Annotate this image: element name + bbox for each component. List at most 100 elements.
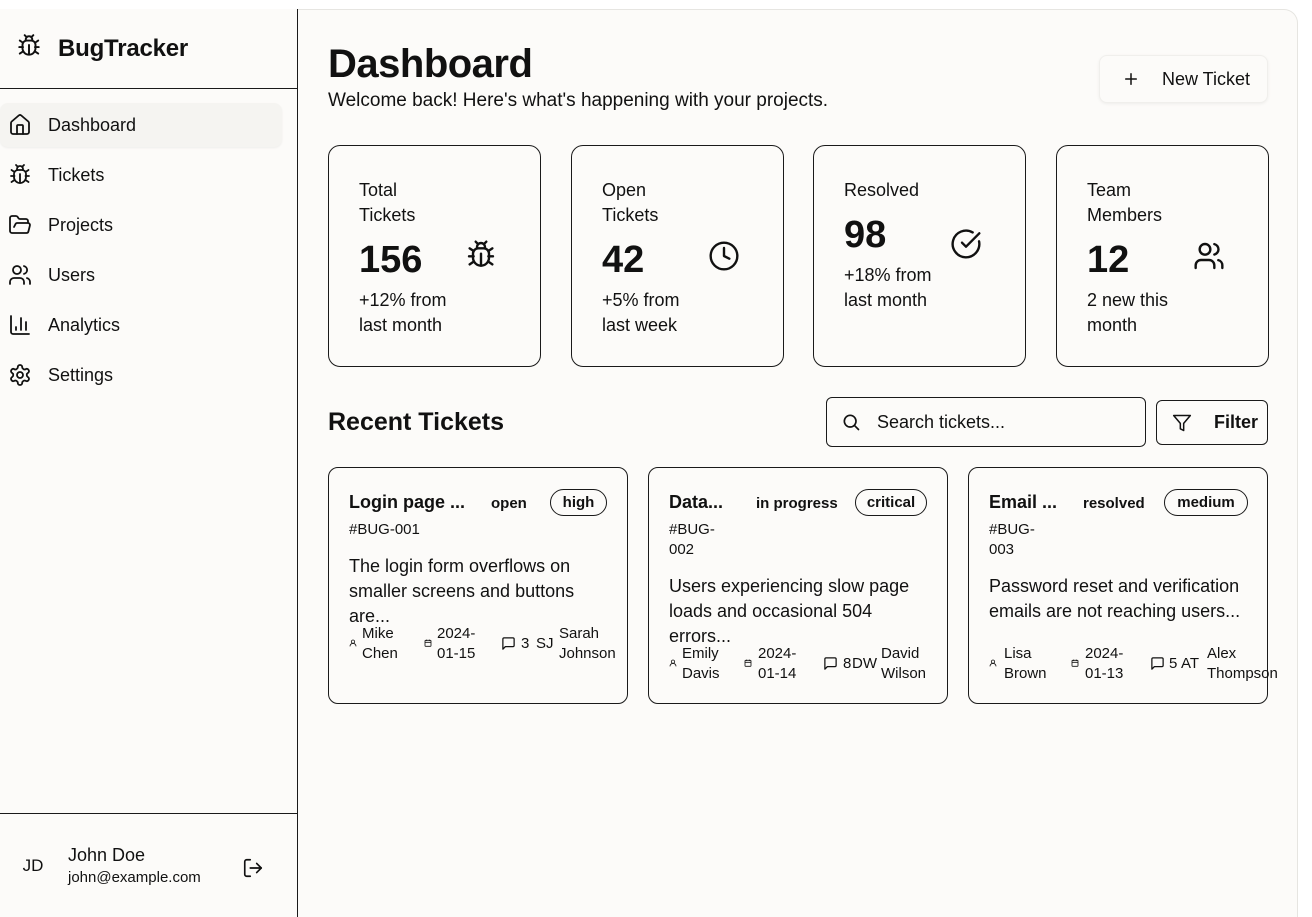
comment-icon xyxy=(824,657,837,670)
ticket-title: Data... xyxy=(669,492,724,512)
sidebar-item-label: Users xyxy=(48,264,96,285)
ticket-reporter: Lisa Brown xyxy=(1004,645,1047,682)
assignee-initials: SJ xyxy=(536,635,554,652)
app-name: BugTracker xyxy=(58,34,189,62)
plus-icon xyxy=(1125,73,1137,85)
user-profile: JD John Doe john@example.com xyxy=(0,813,297,917)
bug-icon xyxy=(467,240,495,267)
new-ticket-label: New Ticket xyxy=(1162,68,1251,89)
bar-chart-icon xyxy=(10,315,30,335)
logout-icon[interactable] xyxy=(242,857,264,879)
stat-change: 2 new this month xyxy=(1087,290,1169,335)
stat-value: 98 xyxy=(844,214,887,256)
stat-change: +5% from last week xyxy=(602,290,680,335)
users-icon xyxy=(1194,242,1224,270)
stat-change: +12% from last month xyxy=(359,290,447,335)
comment-icon xyxy=(1151,657,1164,670)
ticket-date: 2024-01-13 xyxy=(1085,645,1124,682)
stat-label: Total Tickets xyxy=(359,180,416,225)
stat-card-open-tickets: Open Tickets 42 +5% from last week xyxy=(571,145,784,367)
ticket-date: 2024-01-15 xyxy=(437,625,476,662)
assignee-initials: AT xyxy=(1181,655,1200,672)
comment-count: 3 xyxy=(521,635,530,652)
calendar-icon xyxy=(744,659,752,667)
ticket-id: #BUG-003 xyxy=(989,521,1035,558)
ticket-card[interactable]: Login page ... open high #BUG-001 The lo… xyxy=(328,467,628,704)
search-box[interactable] xyxy=(826,397,1146,447)
calendar-icon xyxy=(1071,659,1079,667)
stat-card-team-members: Team Members 12 2 new this month xyxy=(1056,145,1269,367)
sidebar: BugTracker Dashboard Tickets Projects Us… xyxy=(0,9,298,917)
ticket-id: #BUG-001 xyxy=(349,521,420,538)
sidebar-item-label: Tickets xyxy=(48,164,105,185)
ticket-status: resolved xyxy=(1083,495,1145,512)
stat-card-total-tickets: Total Tickets 156 +12% from last month xyxy=(328,145,541,367)
comment-count: 5 xyxy=(1169,655,1178,672)
stat-value: 42 xyxy=(602,239,645,281)
sidebar-item-label: Analytics xyxy=(48,314,121,335)
priority-badge: high xyxy=(550,489,607,516)
ticket-reporter: Emily Davis xyxy=(682,645,720,682)
search-icon xyxy=(843,414,860,431)
user-icon xyxy=(989,659,997,667)
user-icon xyxy=(349,639,357,647)
sidebar-item-settings[interactable]: Settings xyxy=(0,353,282,397)
page-title: Dashboard xyxy=(328,42,533,86)
ticket-description: Password reset and verification emails a… xyxy=(989,576,1241,621)
priority-badge: medium xyxy=(1164,489,1248,516)
ticket-assignee: David Wilson xyxy=(881,645,927,682)
stat-label: Resolved xyxy=(844,180,920,200)
ticket-card[interactable]: Data... in progress critical #BUG-002 Us… xyxy=(648,467,948,704)
comment-count: 8 xyxy=(843,655,852,672)
sidebar-item-dashboard[interactable]: Dashboard xyxy=(0,103,282,147)
stat-label: Open Tickets xyxy=(602,180,659,225)
clock-icon xyxy=(709,241,739,271)
sidebar-item-label: Dashboard xyxy=(48,114,137,135)
ticket-assignee: Alex Thompson xyxy=(1207,644,1278,684)
sidebar-item-analytics[interactable]: Analytics xyxy=(0,303,282,347)
sidebar-item-tickets[interactable]: Tickets xyxy=(0,153,282,197)
welcome-text: Welcome back! Here's what's happening wi… xyxy=(328,90,829,111)
user-icon xyxy=(669,659,677,667)
assignee-initials: DW xyxy=(852,655,877,672)
sidebar-nav: Dashboard Tickets Projects Users Analyti… xyxy=(0,89,297,397)
ticket-status: open xyxy=(491,495,527,512)
stat-value: 156 xyxy=(359,239,423,281)
bug-icon xyxy=(10,164,30,184)
assignee-first-name: Alex Thompson xyxy=(1207,645,1278,682)
stat-change: +18% from last month xyxy=(844,265,932,310)
stat-label: Team Members xyxy=(1087,180,1163,225)
user-info: John Doe john@example.com xyxy=(68,845,201,886)
gear-icon xyxy=(10,364,30,386)
ticket-card[interactable]: Email ... resolved medium #BUG-003 Passw… xyxy=(968,467,1278,704)
stat-card-resolved: Resolved 98 +18% from last month xyxy=(813,145,1026,367)
sidebar-item-projects[interactable]: Projects xyxy=(0,203,282,247)
main-content: Dashboard Welcome back! Here's what's ha… xyxy=(298,9,1298,917)
ticket-description: The login form overflows on smaller scre… xyxy=(349,556,575,626)
filter-button[interactable]: Filter xyxy=(1156,400,1268,445)
user-email: john@example.com xyxy=(68,869,201,886)
priority-badge: critical xyxy=(855,489,927,516)
ticket-assignee: Sarah Johnson xyxy=(559,625,616,662)
brand[interactable]: BugTracker xyxy=(0,9,297,89)
new-ticket-button[interactable]: New Ticket xyxy=(1099,55,1268,103)
ticket-title: Email ... xyxy=(989,492,1058,512)
users-icon xyxy=(9,265,31,285)
avatar[interactable]: JD xyxy=(17,856,49,876)
home-icon xyxy=(10,114,30,135)
ticket-description: Users experiencing slow page loads and o… xyxy=(669,576,910,646)
search-input[interactable] xyxy=(877,411,1117,433)
sidebar-item-label: Projects xyxy=(48,214,114,235)
ticket-status: in progress xyxy=(756,495,838,512)
ticket-reporter: Mike Chen xyxy=(362,625,398,662)
user-name: John Doe xyxy=(68,845,146,865)
sidebar-item-users[interactable]: Users xyxy=(0,253,282,297)
ticket-id: #BUG-002 xyxy=(669,521,715,558)
filter-icon xyxy=(1172,414,1192,431)
section-title: Recent Tickets xyxy=(328,408,505,436)
bug-logo-icon xyxy=(16,33,42,64)
filter-label: Filter xyxy=(1214,412,1259,432)
check-circle-icon xyxy=(951,229,981,259)
sidebar-item-label: Settings xyxy=(48,364,114,385)
ticket-date: 2024-01-14 xyxy=(758,645,797,682)
